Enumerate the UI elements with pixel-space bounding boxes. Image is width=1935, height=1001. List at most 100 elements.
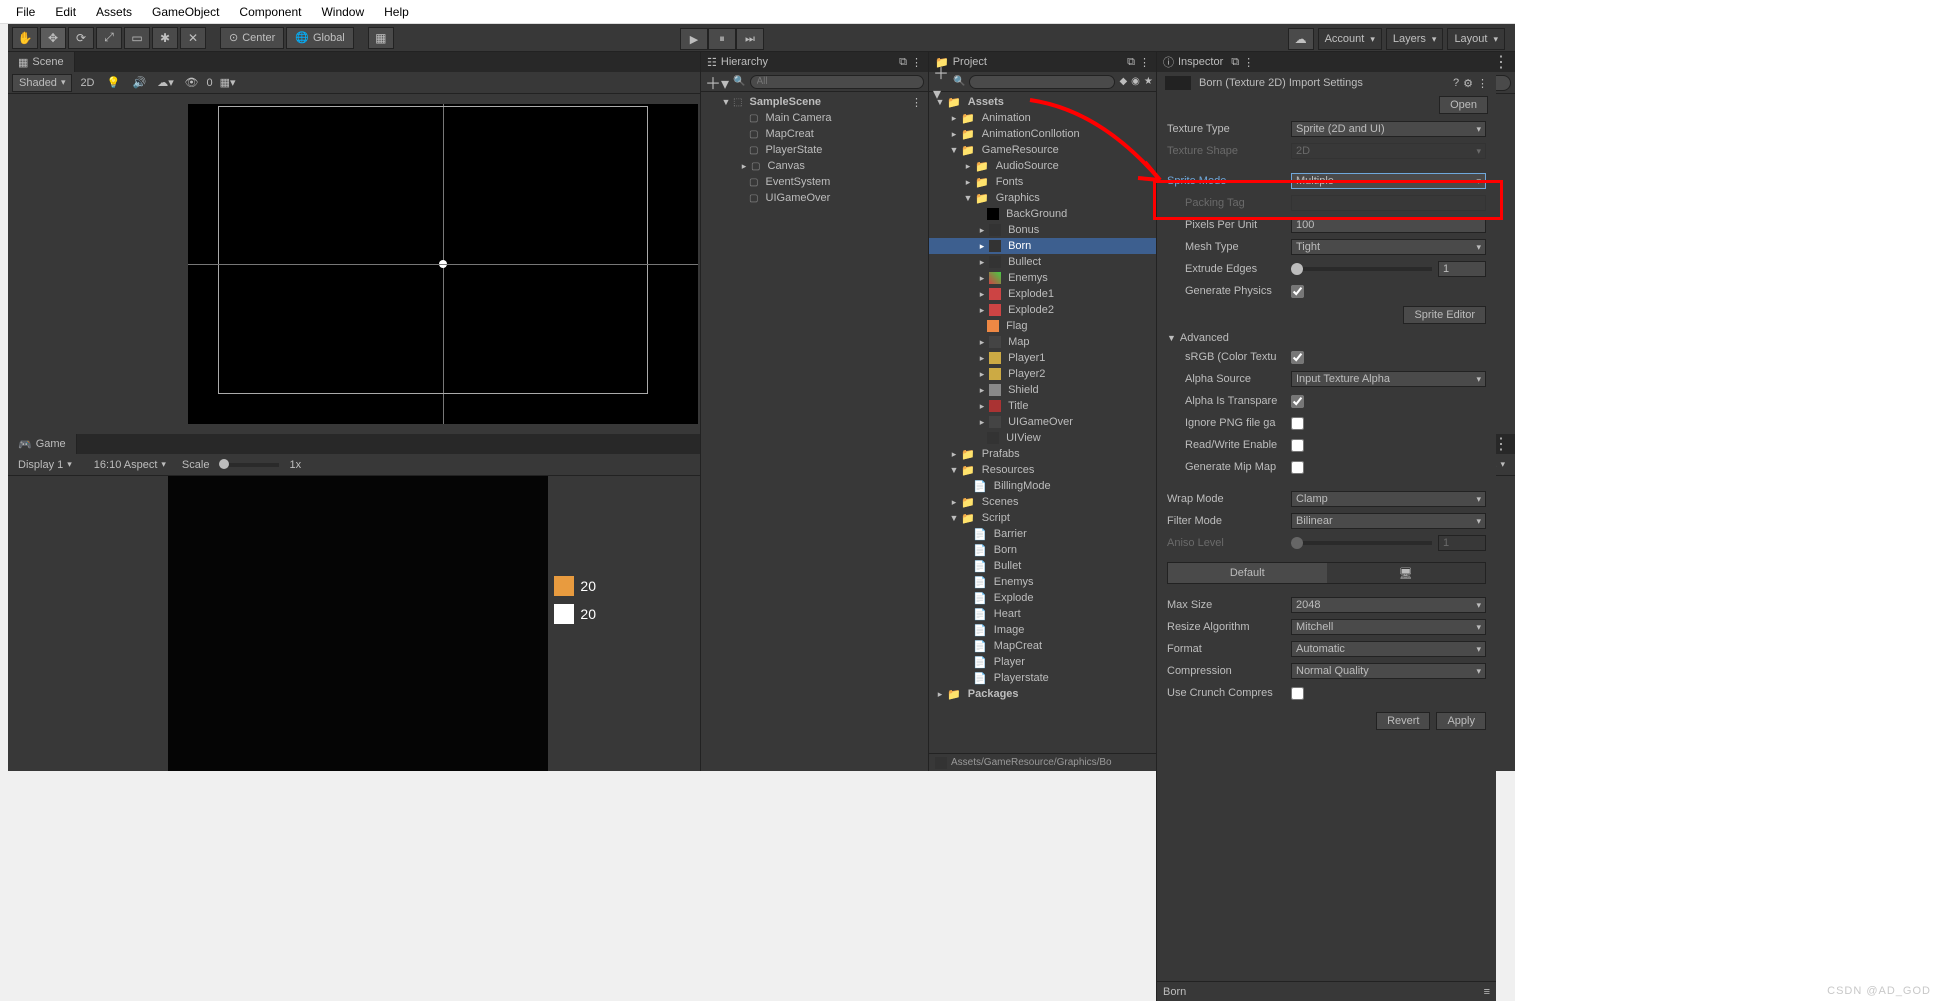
aspect-dropdown[interactable]: 16:10 Aspect xyxy=(88,459,172,471)
project-folder[interactable]: ▸📁 Packages xyxy=(929,686,1156,702)
project-asset[interactable]: ▸ Player2 xyxy=(929,366,1156,382)
project-folder[interactable]: ▸📁 Scenes xyxy=(929,494,1156,510)
hierarchy-item[interactable]: ▢ EventSystem xyxy=(701,174,928,190)
menu-help[interactable]: Help xyxy=(374,5,419,19)
project-script[interactable]: 📄 Barrier xyxy=(929,526,1156,542)
inspector-popout-icon[interactable]: ⧉ xyxy=(1231,56,1239,69)
project-asset[interactable]: ▸ Explode1 xyxy=(929,286,1156,302)
menu-component[interactable]: Component xyxy=(229,5,311,19)
lighting-icon[interactable]: 💡 xyxy=(102,74,124,92)
alpha-source-dropdown[interactable]: Input Texture Alpha xyxy=(1291,371,1486,387)
menu-gameobject[interactable]: GameObject xyxy=(142,5,229,19)
project-script[interactable]: 📄 Heart xyxy=(929,606,1156,622)
project-menu-icon[interactable]: ⋮ xyxy=(1139,56,1150,69)
hierarchy-item[interactable]: ▢ Main Camera xyxy=(701,110,928,126)
filter-label-icon[interactable]: ◉ xyxy=(1131,76,1140,87)
preset-icon[interactable]: ⚙ xyxy=(1463,77,1473,90)
context-menu-icon[interactable]: ⋮ xyxy=(1477,77,1488,90)
space-toggle[interactable]: 🌐Global xyxy=(286,27,354,49)
wrap-mode-dropdown[interactable]: Clamp xyxy=(1291,491,1486,507)
transform-tool-icon[interactable]: ✱ xyxy=(152,27,178,49)
project-asset[interactable]: ▸ Title xyxy=(929,398,1156,414)
project-folder[interactable]: ▼📁 GameResource xyxy=(929,142,1156,158)
extrude-value[interactable]: 1 xyxy=(1438,261,1486,277)
advanced-header[interactable]: ▼Advanced xyxy=(1167,332,1486,344)
crunch-checkbox[interactable] xyxy=(1291,687,1304,700)
project-asset[interactable]: ▸ UIGameOver xyxy=(929,414,1156,430)
resize-dropdown[interactable]: Mitchell xyxy=(1291,619,1486,635)
inspector-menu-icon[interactable]: ⋮ xyxy=(1243,56,1254,69)
custom-tool-icon[interactable]: ✕ xyxy=(180,27,206,49)
project-asset[interactable]: Flag xyxy=(929,318,1156,334)
preview-header[interactable]: Born≡ xyxy=(1157,981,1496,1001)
gen-mip-checkbox[interactable] xyxy=(1291,461,1304,474)
project-root[interactable]: ▼📁 Assets xyxy=(929,94,1156,110)
step-button[interactable]: ⏭ xyxy=(736,28,764,50)
project-script[interactable]: 📄 MapCreat xyxy=(929,638,1156,654)
hierarchy-menu-icon[interactable]: ⋮ xyxy=(911,56,922,69)
hierarchy-item[interactable]: ▢ MapCreat xyxy=(701,126,928,142)
menu-file[interactable]: File xyxy=(6,5,45,19)
gen-physics-checkbox[interactable] xyxy=(1291,285,1304,298)
ppu-input[interactable]: 100 xyxy=(1291,217,1486,233)
project-asset[interactable]: ▸ Map xyxy=(929,334,1156,350)
project-popout-icon[interactable]: ⧉ xyxy=(1127,56,1135,69)
project-folder[interactable]: ▸📁 AnimationConllotion xyxy=(929,126,1156,142)
apply-button[interactable]: Apply xyxy=(1436,712,1486,730)
rotate-tool-icon[interactable]: ⟳ xyxy=(68,27,94,49)
texture-type-dropdown[interactable]: Sprite (2D and UI) xyxy=(1291,121,1486,137)
2d-toggle[interactable]: 2D xyxy=(76,74,98,92)
account-dropdown[interactable]: Account xyxy=(1318,28,1382,50)
hierarchy-item[interactable]: ▢ UIGameOver xyxy=(701,190,928,206)
project-folder[interactable]: ▼📁 Resources xyxy=(929,462,1156,478)
fx-dropdown-icon[interactable]: ☁▾ xyxy=(154,74,176,92)
rect-tool-icon[interactable]: ▭ xyxy=(124,27,150,49)
project-script[interactable]: 📄 Bullet xyxy=(929,558,1156,574)
project-asset[interactable]: BackGround xyxy=(929,206,1156,222)
pivot-toggle[interactable]: ⊙Center xyxy=(220,27,284,49)
shading-mode-dropdown[interactable]: Shaded xyxy=(12,74,72,92)
hierarchy-create-icon[interactable]: ＋▾ xyxy=(705,70,729,94)
project-script[interactable]: 📄 Explode xyxy=(929,590,1156,606)
hierarchy-popout-icon[interactable]: ⧉ xyxy=(899,56,907,69)
cloud-icon[interactable]: ☁ xyxy=(1288,28,1314,50)
pause-button[interactable]: ⏸ xyxy=(708,28,736,50)
max-size-dropdown[interactable]: 2048 xyxy=(1291,597,1486,613)
project-folder[interactable]: ▼📁 Graphics xyxy=(929,190,1156,206)
help-icon[interactable]: ? xyxy=(1453,77,1459,90)
hidden-objects-icon[interactable]: 👁 xyxy=(180,74,202,92)
open-button[interactable]: Open xyxy=(1439,96,1488,114)
format-dropdown[interactable]: Automatic xyxy=(1291,641,1486,657)
project-script[interactable]: 📄 Playerstate xyxy=(929,670,1156,686)
project-folder[interactable]: ▸📁 Prafabs xyxy=(929,446,1156,462)
scale-tool-icon[interactable]: ⤢ xyxy=(96,27,122,49)
project-folder[interactable]: ▸📁 Fonts xyxy=(929,174,1156,190)
project-asset[interactable]: ▸ Enemys xyxy=(929,270,1156,286)
layout-dropdown[interactable]: Layout xyxy=(1447,28,1505,50)
hierarchy-search-input[interactable] xyxy=(750,75,925,89)
read-write-checkbox[interactable] xyxy=(1291,439,1304,452)
menu-assets[interactable]: Assets xyxy=(86,5,142,19)
mesh-type-dropdown[interactable]: Tight xyxy=(1291,239,1486,255)
hand-tool-icon[interactable]: ✋ xyxy=(12,27,38,49)
scene-menu-icon[interactable]: ⋮ xyxy=(911,96,928,109)
compression-dropdown[interactable]: Normal Quality xyxy=(1291,663,1486,679)
project-script[interactable]: 📄 Player xyxy=(929,654,1156,670)
menu-edit[interactable]: Edit xyxy=(45,5,86,19)
project-asset[interactable]: 📄 BillingMode xyxy=(929,478,1156,494)
sprite-mode-dropdown[interactable]: Multiple xyxy=(1291,173,1486,189)
ignore-png-checkbox[interactable] xyxy=(1291,417,1304,430)
tab-game[interactable]: 🎮Game xyxy=(8,434,77,454)
scale-slider[interactable] xyxy=(219,463,279,467)
scene-root[interactable]: ▼⬚ SampleScene⋮ xyxy=(701,94,928,110)
hierarchy-item[interactable]: ▸▢ Canvas xyxy=(701,158,928,174)
grid-toggle-icon[interactable]: ▦▾ xyxy=(217,74,239,92)
layers-dropdown[interactable]: Layers xyxy=(1386,28,1444,50)
project-script[interactable]: 📄 Image xyxy=(929,622,1156,638)
project-script[interactable]: 📄 Enemys xyxy=(929,574,1156,590)
project-asset-selected[interactable]: ▸ Born xyxy=(929,238,1156,254)
play-button[interactable]: ▶ xyxy=(680,28,708,50)
filter-mode-dropdown[interactable]: Bilinear xyxy=(1291,513,1486,529)
project-search-input[interactable] xyxy=(969,75,1115,89)
preview-menu-icon[interactable]: ≡ xyxy=(1484,986,1490,998)
